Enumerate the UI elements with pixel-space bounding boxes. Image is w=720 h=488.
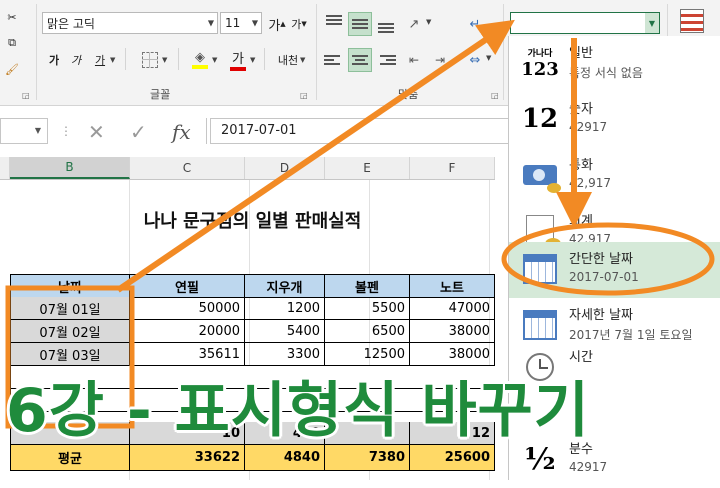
arrow-to-format-box <box>116 19 515 293</box>
overlay-title: 6강 - 표시형식 바꾸기 <box>6 376 590 446</box>
highlight-ellipse <box>501 222 715 296</box>
